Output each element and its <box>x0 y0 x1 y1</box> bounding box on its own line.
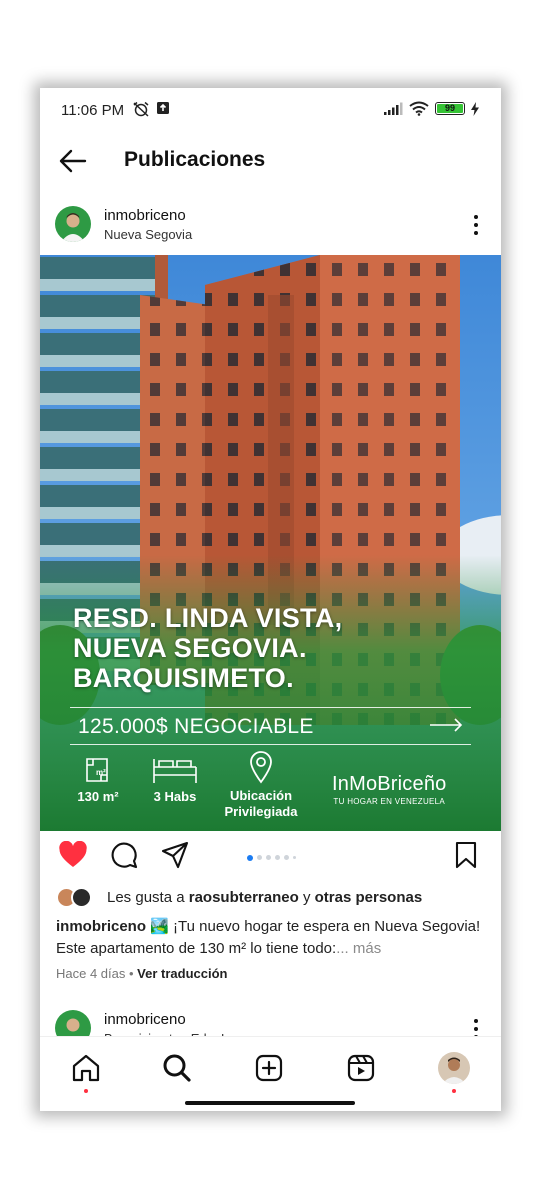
alarm-off-icon <box>133 101 149 117</box>
bed-icon <box>153 759 197 783</box>
author-username[interactable]: inmobriceno <box>104 207 186 224</box>
brand-tagline: TU HOGAR EN VENEZUELA <box>333 797 446 806</box>
phone-screen: 11:06 PM 99 Publicaciones inmobriceno Nu… <box>40 88 501 1111</box>
battery-icon: 99 <box>435 102 465 115</box>
caption-more-link[interactable]: ... más <box>336 940 381 957</box>
area-icon: m² <box>86 758 108 782</box>
status-time: 11:06 PM <box>61 102 125 119</box>
feature-bedrooms: 3 Habs <box>145 755 205 805</box>
search-icon[interactable] <box>161 1052 193 1084</box>
create-post-icon[interactable] <box>253 1052 285 1084</box>
post-actions <box>40 841 501 881</box>
price-bar: 125.000$ NEGOCIABLE <box>70 707 471 745</box>
share-icon[interactable] <box>161 841 189 869</box>
liker-username[interactable]: raosubterraneo <box>189 889 299 906</box>
signal-icon <box>384 102 403 115</box>
comment-icon[interactable] <box>110 841 138 869</box>
carousel-indicator <box>247 854 296 861</box>
more-options-icon[interactable] <box>471 214 481 236</box>
likes-text: Les gusta a raosubterraneo y otras perso… <box>107 889 423 906</box>
feature-location-label-2: Privilegiada <box>224 804 298 819</box>
profile-notification-dot <box>452 1089 456 1093</box>
profile-avatar[interactable] <box>438 1052 470 1084</box>
post-location[interactable]: Nueva Segovia <box>104 227 192 242</box>
listing-headline: RESD. LINDA VISTA, NUEVA SEGOVIA. BARQUI… <box>73 603 342 693</box>
reels-icon[interactable] <box>345 1052 377 1084</box>
translate-link[interactable]: Ver traducción <box>137 966 227 981</box>
home-icon[interactable] <box>70 1052 102 1084</box>
feature-area: m² 130 m² <box>70 755 126 805</box>
caption-emoji: 🏞️ <box>150 918 169 935</box>
brand-logo: InMoBriceño TU HOGAR EN VENEZUELA <box>332 773 446 806</box>
post-image[interactable]: RESD. LINDA VISTA, NUEVA SEGOVIA. BARQUI… <box>40 255 501 831</box>
feature-area-label: 130 m² <box>77 789 119 804</box>
likes-others[interactable]: otras personas <box>315 889 423 906</box>
page-title: Publicaciones <box>124 148 266 171</box>
svg-text:m²: m² <box>96 768 106 777</box>
caption-username[interactable]: inmobriceno <box>56 918 146 935</box>
listing-price: 125.000$ NEGOCIABLE <box>78 715 314 738</box>
author-avatar[interactable] <box>55 206 91 242</box>
charging-icon <box>471 101 479 116</box>
likes-row[interactable]: Les gusta a raosubterraneo y otras perso… <box>56 886 486 910</box>
save-bookmark-icon[interactable] <box>454 841 478 869</box>
post-meta: Hace 4 días • Ver traducción <box>56 966 228 981</box>
headline-line-1: RESD. LINDA VISTA, <box>73 603 343 633</box>
liker-avatar-2 <box>71 887 92 908</box>
upload-notification-icon <box>157 102 169 114</box>
post-header: inmobriceno Nueva Segovia <box>40 200 501 252</box>
headline-line-3: BARQUISIMETO. <box>73 663 294 693</box>
post-time-ago: Hace 4 días <box>56 966 126 981</box>
liker-avatars <box>56 887 98 909</box>
next-author-username[interactable]: inmobriceno <box>104 1011 186 1028</box>
arrow-right-icon <box>430 718 463 732</box>
feature-location-label-1: Ubicación <box>229 788 293 803</box>
brand-name: InMoBriceño <box>332 773 447 795</box>
post-caption: inmobriceno 🏞️ ¡Tu nuevo hogar te espera… <box>56 916 486 960</box>
bottom-nav <box>40 1036 501 1111</box>
back-arrow-icon[interactable] <box>58 148 88 174</box>
home-notification-dot <box>84 1089 88 1093</box>
gesture-bar <box>185 1101 355 1105</box>
feature-bedrooms-label: 3 Habs <box>153 789 197 804</box>
feature-location: Ubicación Privilegiada <box>218 750 304 820</box>
wifi-icon <box>409 101 429 116</box>
headline-line-2: NUEVA SEGOVIA. <box>73 633 307 663</box>
app-header: Publicaciones <box>40 134 501 190</box>
battery-level: 99 <box>437 104 463 113</box>
like-heart-icon[interactable] <box>58 841 88 869</box>
status-bar: 11:06 PM 99 <box>40 88 501 132</box>
location-pin-icon <box>250 751 272 784</box>
